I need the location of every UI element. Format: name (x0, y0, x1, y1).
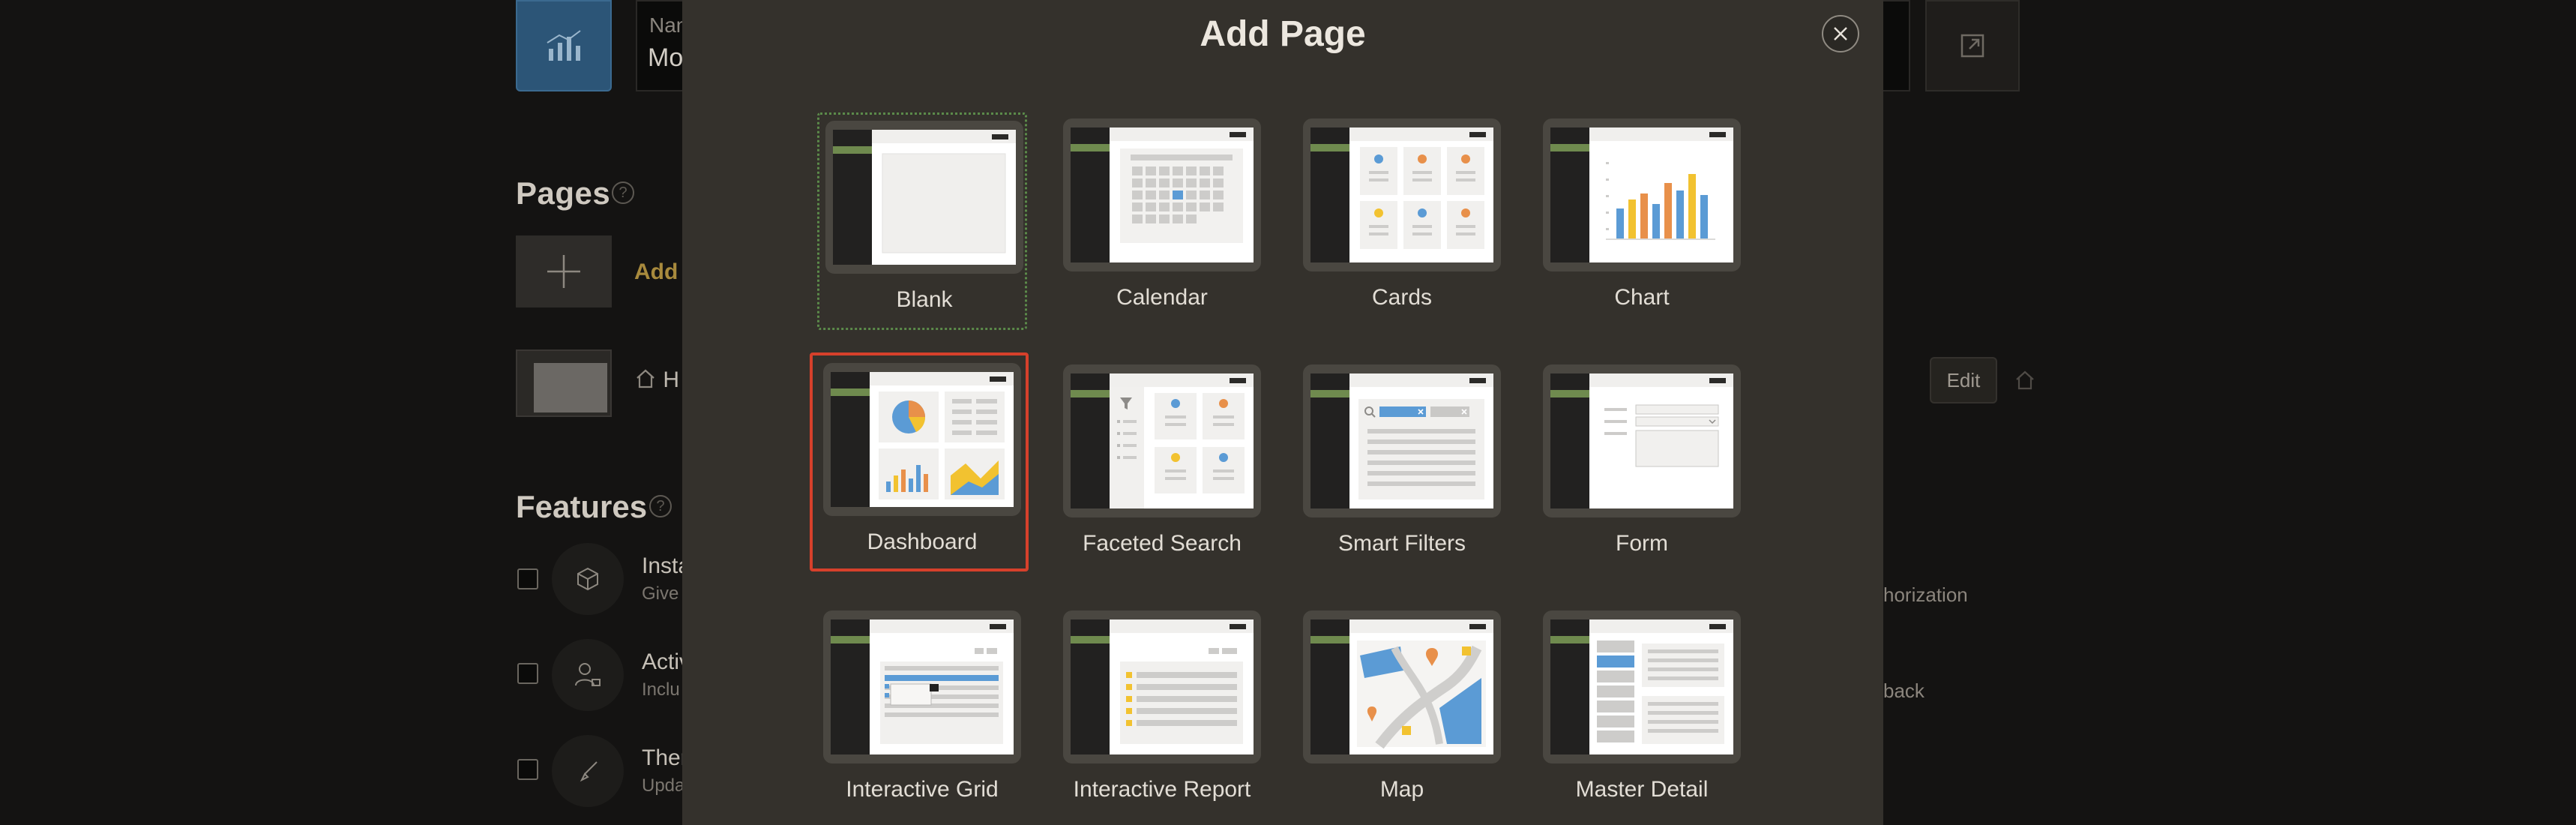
tile-preview (1543, 610, 1741, 764)
feature-checkbox[interactable] (517, 663, 538, 684)
tile-label: Chart (1614, 285, 1670, 310)
tile-label: Dashboard (867, 530, 978, 554)
feature-right-text: back (1883, 680, 1925, 702)
home-icon (637, 369, 654, 388)
page-type-faceted-search[interactable]: Faceted Search (1057, 358, 1267, 576)
chart-app-icon (547, 30, 581, 61)
blank-page-thumbnail (882, 153, 1006, 254)
add-page-link[interactable]: Add (634, 260, 678, 285)
tile-preview (823, 610, 1021, 764)
app-icon[interactable] (516, 0, 612, 92)
interactive-report-thumbnail (1120, 648, 1243, 744)
interactive-grid-thumbnail (880, 648, 1003, 744)
page-thumbnail-preview (534, 363, 607, 412)
calendar-thumbnail (1120, 148, 1243, 243)
pages-heading: Pages (516, 176, 611, 211)
feature-title: Ther (642, 746, 688, 770)
close-icon (1834, 27, 1847, 40)
home-page-label: H (663, 368, 680, 392)
feature-subtitle: Upda (642, 776, 685, 796)
tile-label: Faceted Search (1083, 531, 1242, 556)
tile-label: Interactive Grid (846, 777, 999, 802)
tile-label: Calendar (1116, 285, 1208, 310)
page-type-smart-filters[interactable]: Smart Filters (1297, 358, 1507, 576)
map-thumbnail (1357, 640, 1486, 749)
page-type-map[interactable]: Map (1297, 604, 1507, 822)
page-type-interactive-report[interactable]: Interactive Report (1057, 604, 1267, 822)
dashboard-thumbnail (879, 392, 1005, 500)
help-icon[interactable]: ? (612, 182, 634, 204)
smart-filters-thumbnail (1358, 399, 1484, 500)
user-lock-icon (575, 663, 601, 686)
add-page-button[interactable] (516, 236, 612, 308)
close-button[interactable] (1822, 15, 1859, 52)
page-type-form[interactable]: Form (1537, 358, 1747, 576)
faceted-search-thumbnail (1110, 387, 1245, 508)
feature-icon-circle (552, 735, 624, 807)
package-icon (577, 567, 598, 591)
tile-label: Map (1379, 777, 1424, 802)
external-link-icon (1960, 34, 1984, 58)
tile-preview (825, 121, 1023, 274)
feature-checkbox[interactable] (517, 759, 538, 780)
tile-preview (1543, 118, 1741, 272)
plus-icon (547, 255, 580, 288)
tile-preview (1303, 364, 1501, 518)
brush-icon (580, 761, 598, 782)
tile-preview (1303, 118, 1501, 272)
page-type-calendar[interactable]: Calendar (1057, 112, 1267, 330)
tile-label: Form (1616, 531, 1668, 556)
feature-subtitle: Give (642, 584, 679, 604)
page-type-chart[interactable]: Chart (1537, 112, 1747, 330)
tile-label: Interactive Report (1073, 777, 1251, 802)
tile-preview (1303, 610, 1501, 764)
feature-right-text: horization (1883, 584, 1968, 606)
master-detail-thumbnail (1597, 640, 1724, 744)
tile-preview (1063, 118, 1261, 272)
home-icon[interactable] (2014, 369, 2036, 395)
tile-preview (1543, 364, 1741, 518)
help-icon[interactable]: ? (649, 495, 672, 518)
feature-icon-circle (552, 543, 624, 615)
chart-thumbnail (1606, 162, 1715, 240)
page-type-blank[interactable]: Blank (817, 112, 1027, 330)
form-thumbnail (1604, 404, 1719, 467)
page-type-dashboard[interactable]: Dashboard (810, 352, 1029, 572)
tile-preview (1063, 364, 1261, 518)
page-type-interactive-grid[interactable]: Interactive Grid (817, 604, 1027, 822)
feature-checkbox[interactable] (517, 568, 538, 590)
tile-label: Smart Filters (1337, 531, 1466, 556)
open-external-button[interactable] (1925, 0, 2020, 92)
feature-subtitle: Inclu (642, 680, 680, 700)
tile-label: Blank (896, 287, 953, 312)
add-page-dialog: Add Page Blank Calendar Cards Chart Dash… (682, 0, 1883, 825)
page-type-master-detail[interactable]: Master Detail (1537, 604, 1747, 822)
dialog-title: Add Page (1200, 14, 1366, 54)
tile-label: Master Detail (1575, 777, 1709, 802)
tile-preview (1063, 610, 1261, 764)
cards-thumbnail (1360, 147, 1484, 249)
features-heading: Features (516, 489, 648, 524)
tile-label: Cards (1371, 285, 1433, 310)
page-type-cards[interactable]: Cards (1297, 112, 1507, 330)
app-name-value: Mo (648, 44, 684, 72)
home-page-item[interactable]: H (634, 368, 679, 393)
edit-button[interactable]: Edit (1930, 357, 1997, 404)
feature-icon-circle (552, 639, 624, 711)
tile-preview (823, 363, 1021, 516)
